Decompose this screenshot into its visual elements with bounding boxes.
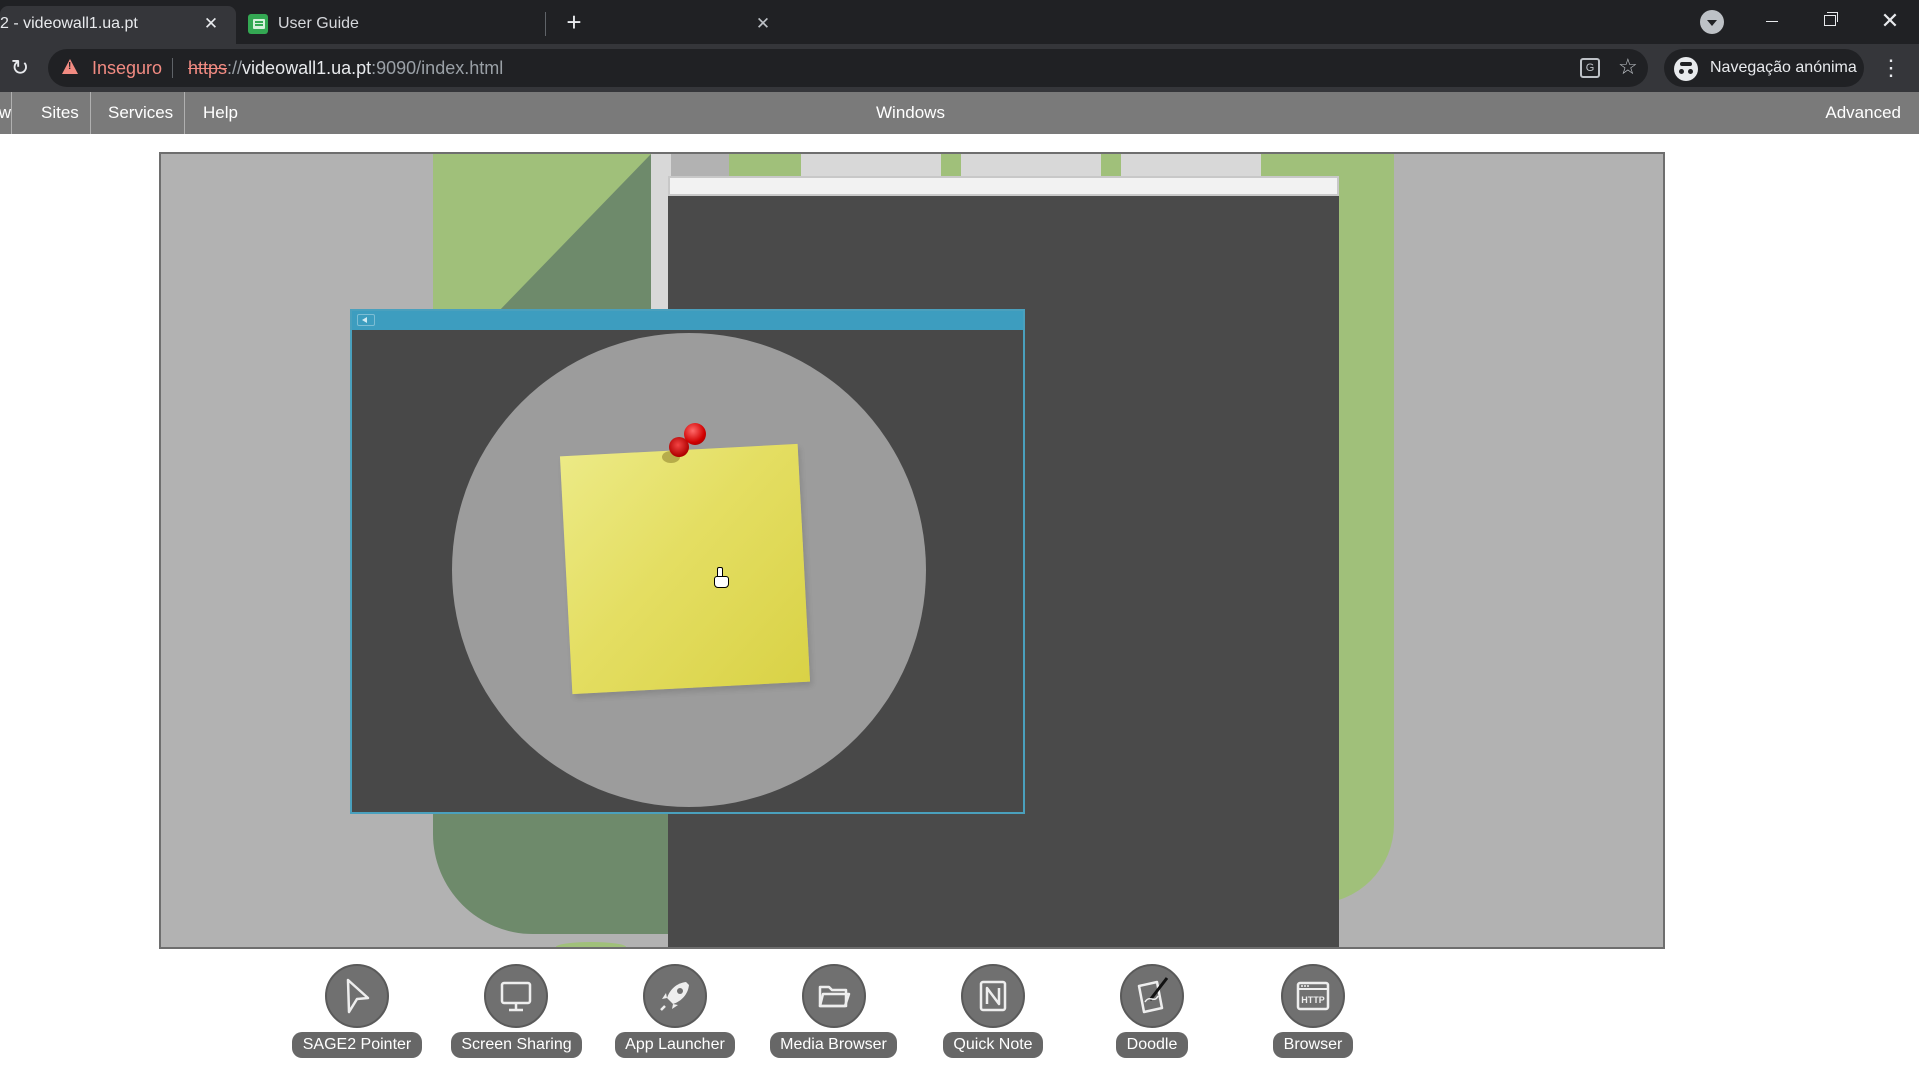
- menu-item-view[interactable]: ew: [0, 92, 12, 134]
- background-shape: [729, 154, 801, 176]
- incognito-icon: [1674, 57, 1698, 81]
- restore-icon: [1824, 12, 1838, 26]
- tab-user-guide[interactable]: User Guide ✕: [240, 6, 770, 44]
- sheets-favicon-icon: [248, 14, 268, 34]
- url-separator: ://: [227, 58, 243, 78]
- close-window-button[interactable]: ✕: [1870, 6, 1910, 36]
- new-tab-button[interactable]: +: [558, 8, 590, 36]
- pushpin-head-icon: [684, 423, 706, 445]
- menu-item-label: ew: [0, 92, 11, 134]
- screen-sharing-button[interactable]: Screen Sharing: [451, 960, 582, 1060]
- sage2-pointer-button[interactable]: SAGE2 Pointer: [292, 960, 422, 1060]
- background-shape: [1101, 154, 1121, 176]
- note-icon[interactable]: [961, 964, 1025, 1028]
- close-tab-icon[interactable]: ✕: [200, 13, 222, 35]
- url-host: videowall1.ua.pt: [242, 58, 372, 78]
- window-title-bar[interactable]: [668, 176, 1339, 196]
- background-shape: [1121, 154, 1261, 176]
- incognito-label: Navegação anónima: [1710, 59, 1857, 76]
- tool-label: Browser: [1273, 1032, 1353, 1058]
- tab-title: User Guide: [278, 15, 359, 32]
- url-path: :9090/index.html: [371, 58, 504, 78]
- translate-icon[interactable]: G: [1580, 58, 1600, 78]
- menu-item-advanced[interactable]: Advanced: [1825, 92, 1901, 134]
- background-shape: [961, 154, 1101, 176]
- tab-search-icon[interactable]: [1700, 10, 1724, 34]
- warning-icon[interactable]: [62, 59, 78, 74]
- tab-title: 2 - videowall1.ua.pt: [0, 15, 138, 32]
- background-shape: [556, 942, 626, 947]
- url-scheme: https: [188, 58, 228, 78]
- tool-label: Media Browser: [770, 1032, 897, 1058]
- minimize-button[interactable]: [1752, 6, 1792, 36]
- pointer-icon[interactable]: [325, 964, 389, 1028]
- tool-label: Doodle: [1116, 1032, 1188, 1058]
- background-shape: [433, 794, 693, 934]
- restore-button[interactable]: [1810, 6, 1850, 36]
- address-bar[interactable]: Inseguro https://videowall1.ua.pt:9090/i…: [48, 49, 1648, 87]
- tab-divider: [545, 12, 546, 36]
- browser-toolbar: ↻ Inseguro https://videowall1.ua.pt:9090…: [0, 44, 1919, 92]
- browser-icon[interactable]: HTTP: [1281, 964, 1345, 1028]
- minimize-icon: [1766, 21, 1778, 22]
- sage2-menu-bar: ew Sites Services Help Windows Advanced: [0, 92, 1919, 134]
- folder-icon[interactable]: [802, 964, 866, 1028]
- background-shape: [801, 154, 941, 176]
- rocket-icon[interactable]: [643, 964, 707, 1028]
- browser-button[interactable]: HTTP Browser: [1273, 960, 1353, 1060]
- url-text[interactable]: https://videowall1.ua.pt:9090/index.html: [188, 58, 503, 79]
- menu-item-services[interactable]: Services: [97, 92, 186, 134]
- tool-label: SAGE2 Pointer: [292, 1032, 422, 1058]
- sage2-tool-bar: SAGE2 Pointer Screen Sharing App Launche…: [0, 960, 1919, 1079]
- window-resize-handle[interactable]: [1023, 554, 1025, 576]
- menu-item-sites[interactable]: Sites: [30, 92, 91, 134]
- app-launcher-button[interactable]: App Launcher: [615, 960, 735, 1060]
- tab-videowall[interactable]: 2 - videowall1.ua.pt ✕: [0, 6, 236, 44]
- pencil-icon[interactable]: [1120, 964, 1184, 1028]
- tool-label: Quick Note: [943, 1032, 1043, 1058]
- sticky-note-icon: [559, 443, 811, 695]
- display-wall-canvas[interactable]: [159, 152, 1665, 949]
- doodle-button[interactable]: Doodle: [1116, 960, 1188, 1060]
- background-shape: [941, 154, 961, 176]
- window-back-icon[interactable]: [357, 314, 375, 326]
- tool-label: App Launcher: [615, 1032, 735, 1058]
- media-browser-button[interactable]: Media Browser: [770, 960, 897, 1060]
- quick-note-app-window[interactable]: [350, 309, 1025, 814]
- hand-cursor-icon: [714, 567, 729, 588]
- reload-icon[interactable]: ↻: [8, 56, 32, 80]
- close-tab-icon[interactable]: ✕: [752, 13, 774, 35]
- bookmark-star-icon[interactable]: ☆: [1618, 54, 1638, 80]
- incognito-profile-button[interactable]: Navegação anónima: [1664, 49, 1864, 87]
- browser-menu-icon[interactable]: ⋮: [1880, 56, 1902, 80]
- menu-item-help[interactable]: Help: [192, 92, 249, 134]
- security-status[interactable]: Inseguro: [92, 58, 162, 79]
- tool-label: Screen Sharing: [451, 1032, 582, 1058]
- menu-item-windows[interactable]: Windows: [876, 92, 945, 134]
- http-badge: HTTP: [1301, 995, 1325, 1005]
- monitor-icon[interactable]: [484, 964, 548, 1028]
- window-title-bar[interactable]: [352, 311, 1023, 330]
- browser-tab-bar: 2 - videowall1.ua.pt ✕ User Guide ✕ + ✕: [0, 0, 1919, 44]
- address-divider: [172, 58, 173, 78]
- background-shape: [496, 154, 651, 314]
- quick-note-button[interactable]: Quick Note: [943, 960, 1043, 1060]
